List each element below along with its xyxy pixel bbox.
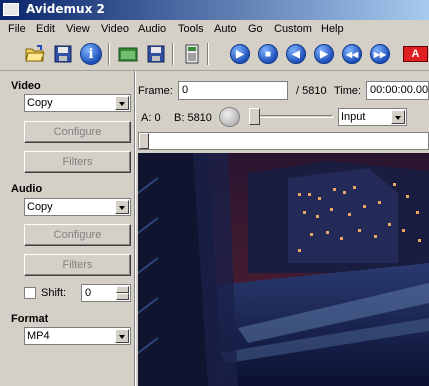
menu-file[interactable]: File — [8, 23, 26, 35]
total-frames: / 5810 — [296, 85, 327, 97]
menu-bar: File Edit View Video Audio Tools Auto Go… — [0, 20, 429, 38]
save-icon[interactable] — [52, 43, 74, 65]
video-preview — [138, 153, 429, 386]
view-mode-select[interactable]: Input — [338, 108, 407, 126]
menu-help[interactable]: Help — [321, 23, 344, 35]
toolbar-separator — [172, 43, 174, 65]
audio-configure-button[interactable]: Configure — [24, 224, 131, 246]
previous-frame-icon[interactable]: ◀ — [285, 43, 307, 65]
save-video-icon[interactable] — [145, 43, 167, 65]
timeline-slider[interactable] — [138, 132, 429, 150]
audio-codec-value: Copy — [27, 201, 53, 213]
audio-filters-button[interactable]: Filters — [24, 254, 131, 276]
video-frame-image — [138, 153, 429, 386]
audio-heading: Audio — [11, 183, 43, 195]
title-bar: Avidemux 2 — [0, 0, 429, 20]
menu-video[interactable]: Video — [101, 23, 129, 35]
time-input[interactable]: 00:00:00.00 — [366, 81, 429, 100]
toolbar-separator — [207, 43, 209, 65]
spin-up-icon[interactable] — [116, 286, 129, 293]
volume-dial-icon[interactable] — [219, 107, 240, 127]
spin-down-icon[interactable] — [116, 293, 129, 300]
menu-audio[interactable]: Audio — [138, 23, 166, 35]
next-keyframe-icon[interactable]: ▶▶ — [369, 43, 391, 65]
chevron-down-icon[interactable] — [115, 329, 129, 343]
panel-divider — [134, 71, 136, 386]
red-a-icon[interactable]: A — [402, 43, 429, 65]
marker-b-value: B: 5810 — [174, 112, 212, 124]
menu-custom[interactable]: Custom — [274, 23, 312, 35]
video-codec-select[interactable]: Copy — [24, 94, 131, 112]
app-icon — [3, 3, 19, 16]
calculator-icon[interactable] — [181, 43, 203, 65]
menu-auto[interactable]: Auto — [214, 23, 237, 35]
frame-input[interactable]: 0 — [178, 81, 288, 100]
zoom-slider-track[interactable] — [253, 115, 333, 118]
shift-checkbox[interactable] — [24, 287, 36, 299]
video-configure-button[interactable]: Configure — [24, 121, 131, 143]
marker-a-label: A — [403, 46, 428, 62]
video-codec-value: Copy — [27, 97, 53, 109]
menu-view[interactable]: View — [66, 23, 90, 35]
zoom-slider-thumb[interactable] — [249, 108, 260, 125]
toolbar-separator — [108, 43, 110, 65]
play-icon[interactable]: ▶ — [229, 43, 251, 65]
audio-codec-select[interactable]: Copy — [24, 198, 131, 216]
menu-tools[interactable]: Tools — [178, 23, 204, 35]
shift-label: Shift: — [41, 287, 67, 299]
open-folder-icon[interactable] — [117, 43, 139, 65]
menu-edit[interactable]: Edit — [36, 23, 55, 35]
view-mode-value: Input — [341, 111, 366, 123]
info-icon[interactable]: i — [80, 43, 102, 65]
format-heading: Format — [11, 313, 49, 325]
chevron-down-icon[interactable] — [115, 200, 129, 214]
window-title: Avidemux 2 — [26, 2, 105, 16]
shift-spinbox[interactable]: 0 — [81, 284, 131, 302]
format-select[interactable]: MP4 — [24, 327, 131, 345]
shift-value: 0 — [85, 287, 92, 299]
toolbar: i ▶ ■ ◀ ▶ ◀◀ ▶▶ A — [0, 38, 429, 71]
previous-keyframe-icon[interactable]: ◀◀ — [341, 43, 363, 65]
time-label: Time: — [334, 85, 362, 97]
video-heading: Video — [11, 80, 41, 92]
video-filters-button[interactable]: Filters — [24, 151, 131, 173]
menu-go[interactable]: Go — [248, 23, 263, 35]
chevron-down-icon[interactable] — [115, 96, 129, 110]
chevron-down-icon[interactable] — [391, 110, 405, 124]
open-file-icon[interactable] — [24, 43, 46, 65]
timeline-knob[interactable] — [139, 133, 149, 149]
frame-label: Frame: — [138, 85, 173, 97]
marker-a-value: A: 0 — [141, 112, 161, 124]
stop-icon[interactable]: ■ — [257, 43, 279, 65]
next-frame-icon[interactable]: ▶ — [313, 43, 335, 65]
format-value: MP4 — [27, 330, 50, 342]
